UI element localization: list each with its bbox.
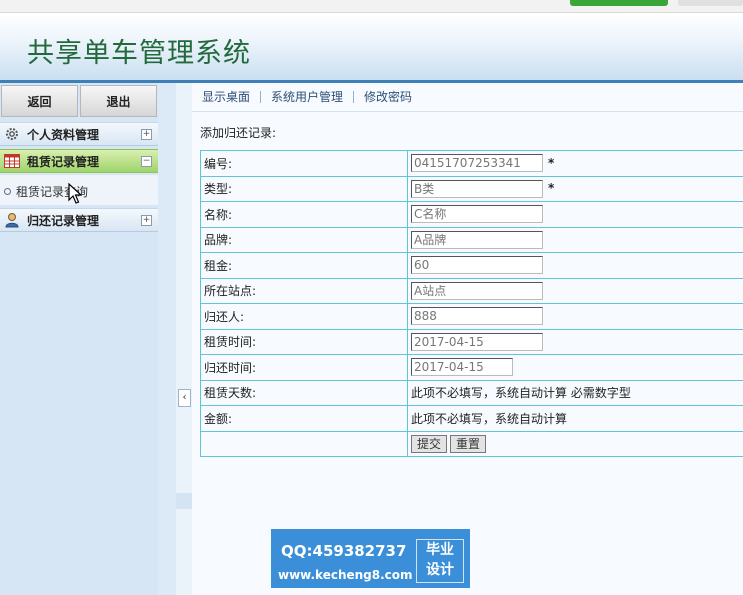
field-label: 租赁天数: xyxy=(200,379,408,406)
user-icon xyxy=(3,212,21,228)
field-label: 编号: xyxy=(200,150,408,177)
form-row-returner: 归还人: 888 xyxy=(200,303,743,330)
returner-input[interactable]: 888 xyxy=(411,307,543,326)
app-title: 共享单车管理系统 xyxy=(27,38,251,69)
sidebar: 返回 退出 个人资料管理 + 租赁记录管理 − 租赁记录查询 归还记录管理 + xyxy=(0,83,176,595)
field-label: 名称: xyxy=(200,201,408,228)
field-cell: A品牌 xyxy=(407,226,743,253)
field-cell: 2017-04-15 xyxy=(407,354,743,381)
form-row-rent-time: 租赁时间: 2017-04-15 xyxy=(200,328,743,355)
field-label: 类型: xyxy=(200,175,408,202)
menu-personal-profile[interactable]: 个人资料管理 + xyxy=(0,122,158,146)
menu-rental-records[interactable]: 租赁记录管理 − xyxy=(0,149,158,173)
form-row-return-time: 归还时间: 2017-04-15 xyxy=(200,354,743,381)
table-icon xyxy=(3,153,21,169)
required-mark: * xyxy=(548,181,555,196)
field-label: 租金: xyxy=(200,252,408,279)
submit-button[interactable]: 提交 xyxy=(411,434,448,453)
field-cell: 2017-04-15 xyxy=(407,328,743,355)
field-note: 此项不必填写，系统自动计算 必需数字型 xyxy=(407,379,743,406)
form-row-name: 名称: C名称 xyxy=(200,201,743,228)
sidebar-collapse-button[interactable]: ‹ xyxy=(178,389,191,407)
field-label: 归还人: xyxy=(200,303,408,330)
field-cell: A站点 xyxy=(407,277,743,304)
station-input[interactable]: A站点 xyxy=(411,281,543,300)
browser-green-button[interactable] xyxy=(570,0,668,6)
nav-show-desktop[interactable]: 显示桌面 xyxy=(192,91,262,103)
form-row-actions: 提交 重置 xyxy=(200,430,743,457)
field-label: 租赁时间: xyxy=(200,328,408,355)
rent-time-input[interactable]: 2017-04-15 xyxy=(411,332,543,351)
name-input[interactable]: C名称 xyxy=(411,205,543,224)
expand-icon[interactable]: + xyxy=(141,129,152,140)
browser-grey-button[interactable] xyxy=(678,0,743,6)
watermark-banner: QQ:459382737 www.kecheng8.com 毕业 设计 xyxy=(271,529,470,588)
brand-input[interactable]: A品牌 xyxy=(411,230,543,249)
return-record-form: 编号: 04151707253341 * 类型: B类 * 名称: C名称 品牌: … xyxy=(200,150,743,457)
mouse-cursor-icon xyxy=(68,183,82,204)
sidebar-panel: 返回 退出 个人资料管理 + 租赁记录管理 − 租赁记录查询 归还记录管理 + xyxy=(0,83,158,595)
nav-change-password[interactable]: 修改密码 xyxy=(354,91,422,103)
field-note: 此项不必填写，系统自动计算 xyxy=(407,405,743,432)
field-cell: 04151707253341 * xyxy=(407,150,743,177)
nav-system-users[interactable]: 系统用户管理 xyxy=(261,91,355,103)
browser-top-strip xyxy=(0,0,743,13)
splitter-block xyxy=(176,493,192,509)
form-row-station: 所在站点: A站点 xyxy=(200,277,743,304)
actions-cell: 提交 重置 xyxy=(407,430,743,457)
field-label: 品牌: xyxy=(200,226,408,253)
form-row-amount: 金额: 此项不必填写，系统自动计算 xyxy=(200,405,743,432)
field-cell: 60 xyxy=(407,252,743,279)
form-row-rent-days: 租赁天数: 此项不必填写，系统自动计算 必需数字型 xyxy=(200,379,743,406)
sidebar-top-buttons: 返回 退出 xyxy=(0,85,158,117)
main-content: 显示桌面 系统用户管理 修改密码 添加归还记录: 编号: 04151707253… xyxy=(192,83,743,595)
menu-return-records[interactable]: 归还记录管理 + xyxy=(0,208,158,232)
menu-label: 个人资料管理 xyxy=(27,127,100,142)
id-input[interactable]: 04151707253341 xyxy=(411,154,543,173)
form-row-type: 类型: B类 * xyxy=(200,175,743,202)
form-title: 添加归还记录: xyxy=(200,126,277,140)
field-label: 所在站点: xyxy=(200,277,408,304)
field-cell: B类 * xyxy=(407,175,743,202)
sidebar-collapse-strip xyxy=(176,83,192,595)
logout-button[interactable]: 退出 xyxy=(80,85,157,117)
form-row-id: 编号: 04151707253341 * xyxy=(200,150,743,177)
badge-line: 设计 xyxy=(426,562,454,578)
badge-line: 毕业 xyxy=(426,542,454,558)
form-row-brand: 品牌: A品牌 xyxy=(200,226,743,253)
app-header: 共享单车管理系统 xyxy=(0,13,743,83)
reset-button[interactable]: 重置 xyxy=(450,434,487,453)
required-mark: * xyxy=(548,155,555,170)
field-label: 归还时间: xyxy=(200,354,408,381)
rent-input[interactable]: 60 xyxy=(411,256,543,275)
return-time-input[interactable]: 2017-04-15 xyxy=(411,358,513,377)
type-input[interactable]: B类 xyxy=(411,179,543,198)
collapse-icon[interactable]: − xyxy=(141,156,152,167)
top-nav: 显示桌面 系统用户管理 修改密码 xyxy=(192,83,743,112)
back-button[interactable]: 返回 xyxy=(1,85,78,117)
form-row-rent: 租金: 60 xyxy=(200,252,743,279)
watermark-url: www.kecheng8.com xyxy=(278,568,413,582)
menu-label: 租赁记录管理 xyxy=(27,154,100,169)
field-label: 金额: xyxy=(200,405,408,432)
bullet-icon xyxy=(4,188,11,195)
watermark-qq: QQ:459382737 xyxy=(281,542,407,560)
menu-label: 归还记录管理 xyxy=(27,213,100,228)
gear-icon xyxy=(3,126,21,142)
field-cell: C名称 xyxy=(407,201,743,228)
field-cell: 888 xyxy=(407,303,743,330)
watermark-badge: 毕业 设计 xyxy=(416,539,464,583)
expand-icon[interactable]: + xyxy=(141,215,152,226)
empty-cell xyxy=(200,430,408,457)
